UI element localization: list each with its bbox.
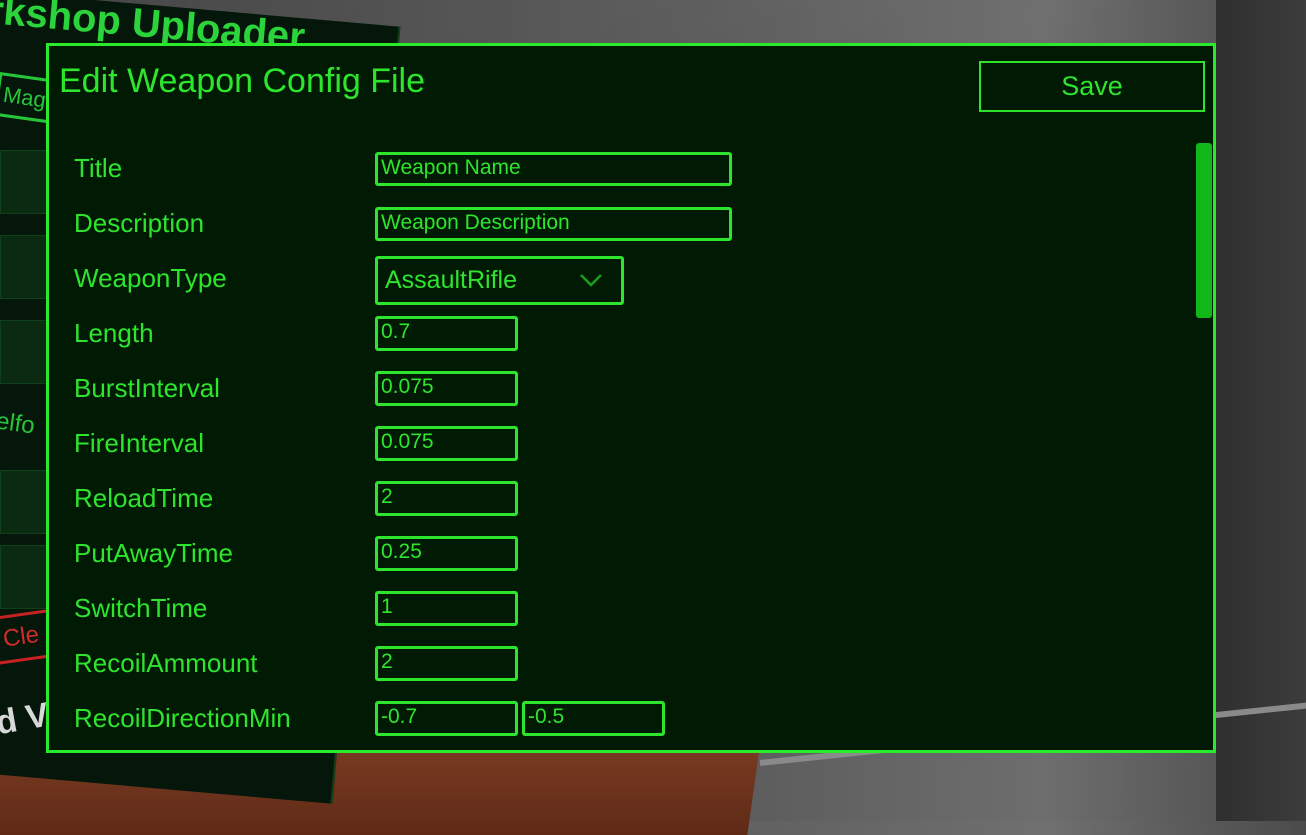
fire-interval-label: FireInterval xyxy=(74,428,205,458)
length-input[interactable]: 0.7 xyxy=(375,316,518,351)
reload-time-input[interactable]: 2 xyxy=(375,481,518,516)
background-list-item xyxy=(0,150,50,214)
description-input[interactable]: Weapon Description xyxy=(375,207,732,241)
recoil-direction-min-label: RecoilDirectionMin xyxy=(74,703,291,733)
description-label: Description xyxy=(74,208,205,238)
title-input[interactable]: Weapon Name xyxy=(375,152,732,186)
put-away-time-input[interactable]: 0.25 xyxy=(375,536,518,571)
weapon-type-value: AssaultRifle xyxy=(385,266,517,294)
background-label: elfo xyxy=(0,407,37,440)
recoil-direction-min-x-input[interactable]: -0.7 xyxy=(375,701,518,736)
background-list-item xyxy=(0,470,50,534)
burst-interval-input[interactable]: 0.075 xyxy=(375,371,518,406)
background-list-item xyxy=(0,320,50,384)
wall-background xyxy=(1216,0,1306,821)
edit-weapon-config-dialog: Edit Weapon Config File Save Title Weapo… xyxy=(46,43,1216,753)
put-away-time-label: PutAwayTime xyxy=(74,538,233,568)
burst-interval-label: BurstInterval xyxy=(74,373,220,403)
vertical-scrollbar[interactable] xyxy=(1196,143,1212,318)
dialog-title: Edit Weapon Config File xyxy=(59,62,426,100)
recoil-direction-min-y-input[interactable]: -0.5 xyxy=(522,701,665,736)
recoil-ammount-label: RecoilAmmount xyxy=(74,648,258,678)
background-list-item xyxy=(0,235,50,299)
recoil-ammount-input[interactable]: 2 xyxy=(375,646,518,681)
length-label: Length xyxy=(74,318,154,348)
reload-time-label: ReloadTime xyxy=(74,483,214,513)
title-label: Title xyxy=(74,153,123,183)
chevron-down-icon xyxy=(580,274,602,287)
weapon-type-label: WeaponType xyxy=(74,263,227,293)
save-button[interactable]: Save xyxy=(979,61,1205,112)
fire-interval-input[interactable]: 0.075 xyxy=(375,426,518,461)
weapon-type-dropdown[interactable]: AssaultRifle xyxy=(375,256,624,305)
switch-time-input[interactable]: 1 xyxy=(375,591,518,626)
switch-time-label: SwitchTime xyxy=(74,593,208,623)
background-list-item xyxy=(0,545,50,609)
